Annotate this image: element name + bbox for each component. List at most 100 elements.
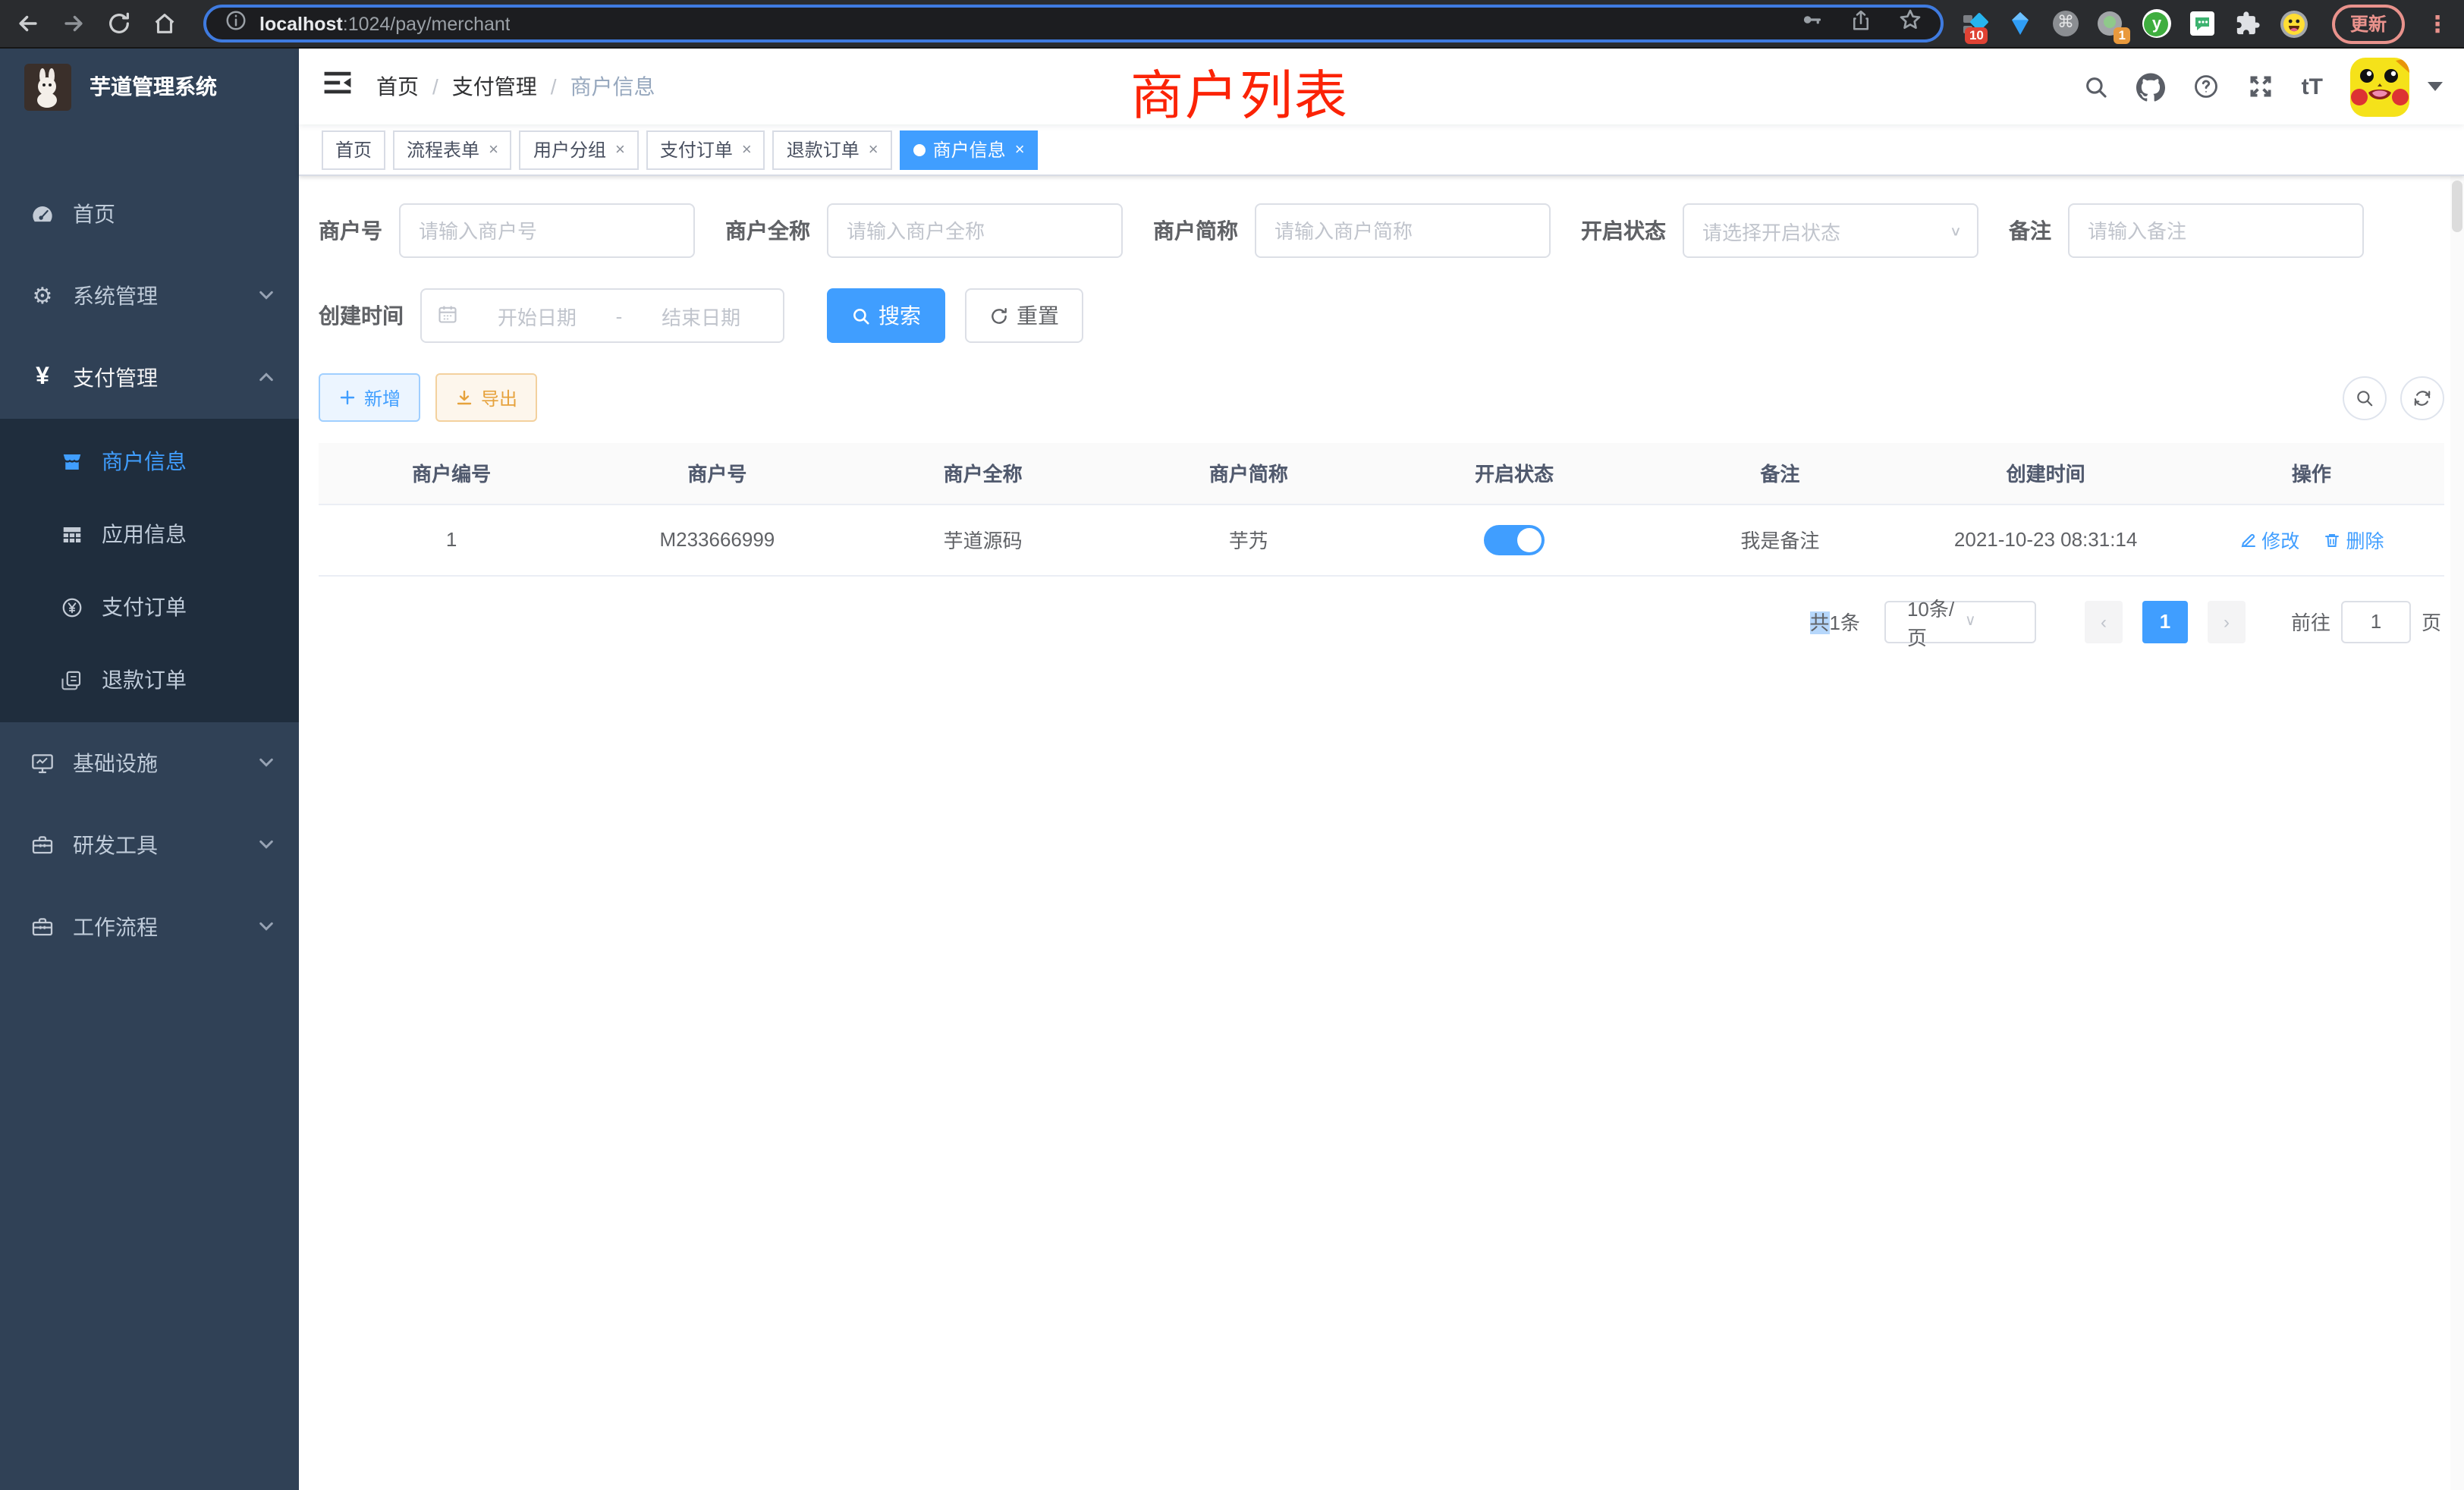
export-button[interactable]: 导出 [435, 373, 537, 422]
goto-page-input[interactable] [2341, 600, 2411, 643]
add-button[interactable]: 新增 [319, 373, 420, 422]
close-icon[interactable]: × [615, 140, 625, 159]
bookmark-star-icon[interactable] [1898, 8, 1922, 39]
share-icon[interactable] [1850, 8, 1872, 39]
tab-refund-order[interactable]: 退款订单× [773, 130, 892, 169]
logo-image [24, 63, 71, 110]
sidebar-item-workflow[interactable]: 工作流程 [0, 886, 299, 968]
col-merchant-id: 商户编号 [319, 443, 584, 504]
app-logo[interactable]: 芋道管理系统 [0, 49, 299, 124]
table-row: 1 M233666999 芋道源码 芋艿 我是备注 2021-10-23 08:… [319, 504, 2444, 575]
sidebar-item-pay-order[interactable]: 支付订单 [0, 571, 299, 643]
chevron-down-icon [258, 833, 275, 857]
cell-full-name: 芋道源码 [850, 504, 1116, 575]
sidebar-item-infrastructure[interactable]: 基础设施 [0, 722, 299, 804]
github-icon[interactable] [2136, 72, 2165, 101]
help-icon[interactable] [2192, 73, 2220, 100]
sidebar-item-refund-order[interactable]: 退款订单 [0, 643, 299, 716]
chevron-down-icon [258, 284, 275, 308]
scrollbar-thumb[interactable] [2452, 181, 2462, 232]
ext-avocado-icon[interactable]: 1 [2097, 10, 2124, 37]
tab-merchant-info[interactable]: 商户信息× [900, 130, 1039, 169]
end-date-placeholder[interactable]: 结束日期 [634, 301, 768, 330]
briefcase-icon [30, 915, 55, 939]
next-page-button[interactable]: › [2208, 600, 2246, 643]
page-scrollbar [2450, 173, 2464, 1490]
browser-menu-icon[interactable]: ⋮ [2426, 10, 2449, 37]
yen-icon: ¥ [30, 366, 55, 390]
sidebar-toggle-icon[interactable] [311, 70, 364, 103]
fullscreen-icon[interactable] [2247, 73, 2274, 100]
remark-input[interactable] [2068, 203, 2364, 258]
dashboard-icon [30, 202, 55, 226]
ext-command-icon[interactable]: ⌘ [2053, 11, 2079, 36]
ext-gem-icon[interactable] [2007, 10, 2035, 37]
status-select[interactable]: 请选择开启状态 ∨ [1683, 203, 1978, 258]
sidebar-item-devtools[interactable]: 研发工具 [0, 804, 299, 886]
url-text: localhost:1024/pay/merchant [259, 13, 511, 34]
sidebar: 芋道管理系统 首页 ⚙ 系统管理 ¥ 支付管理 [0, 49, 299, 1490]
tags-view-bar: 首页 流程表单× 用户分组× 支付订单× 退款订单× 商户信息× [299, 124, 2464, 176]
ext-emoji-icon[interactable] [2280, 10, 2308, 37]
user-avatar[interactable] [2350, 57, 2409, 116]
cell-status [1381, 504, 1647, 575]
select-chevron-down-icon: ∨ [1965, 613, 2022, 630]
page-number-1[interactable]: 1 [2142, 600, 2188, 643]
header-search-icon[interactable] [2083, 74, 2109, 99]
hide-search-button[interactable] [2343, 376, 2387, 420]
start-date-placeholder[interactable]: 开始日期 [470, 301, 604, 330]
toolbox-icon [30, 833, 55, 857]
edit-link[interactable]: 修改 [2239, 525, 2299, 554]
ext-chat-icon[interactable] [2189, 10, 2217, 37]
chevron-up-icon [258, 366, 275, 390]
close-icon[interactable]: × [489, 140, 498, 159]
avatar-caret-down-icon[interactable] [2428, 82, 2443, 91]
merchant-no-input[interactable] [399, 203, 695, 258]
breadcrumb: 首页 / 支付管理 / 商户信息 [376, 71, 655, 102]
create-time-range-picker[interactable]: 开始日期 - 结束日期 [420, 288, 784, 343]
refresh-icon [2412, 388, 2432, 407]
pagination: 共1条 10条/页∨ ‹ 1 › 前往 页 [319, 600, 2444, 643]
reload-icon[interactable] [106, 11, 132, 36]
sidebar-item-home[interactable]: 首页 [0, 173, 299, 255]
address-bar[interactable]: localhost:1024/pay/merchant [203, 5, 1944, 42]
tab-user-group[interactable]: 用户分组× [520, 130, 639, 169]
tab-home[interactable]: 首页 [322, 130, 385, 169]
extensions-puzzle-icon[interactable] [2235, 10, 2262, 37]
close-icon[interactable]: × [742, 140, 752, 159]
select-chevron-down-icon: ∨ [1950, 223, 1962, 239]
payment-submenu: 商户信息 应用信息 支付订单 退款订单 [0, 419, 299, 722]
screen: localhost:1024/pay/merchant 10 ⌘ 1 y 更新 [0, 0, 2464, 1490]
sidebar-item-merchant-info[interactable]: 商户信息 [0, 425, 299, 498]
search-icon [851, 306, 871, 325]
sidebar-item-system[interactable]: ⚙ 系统管理 [0, 255, 299, 337]
short-name-input[interactable] [1255, 203, 1551, 258]
tab-process-form[interactable]: 流程表单× [393, 130, 512, 169]
password-key-icon[interactable] [1799, 8, 1824, 39]
browser-update-button[interactable]: 更新 [2332, 4, 2405, 43]
site-info-icon[interactable] [225, 8, 247, 39]
ext-tasks-icon[interactable]: 10 [1962, 10, 1989, 37]
page-size-select[interactable]: 10条/页∨ [1884, 600, 2036, 643]
full-name-input[interactable] [827, 203, 1123, 258]
delete-link[interactable]: 删除 [2324, 525, 2384, 554]
tab-pay-order[interactable]: 支付订单× [646, 130, 765, 169]
breadcrumb-payment[interactable]: 支付管理 [452, 71, 537, 102]
short-name-label: 商户简称 [1153, 215, 1238, 246]
search-button[interactable]: 搜索 [827, 288, 945, 343]
refresh-table-button[interactable] [2400, 376, 2444, 420]
sidebar-item-app-info[interactable]: 应用信息 [0, 498, 299, 571]
reset-button[interactable]: 重置 [965, 288, 1083, 343]
close-icon[interactable]: × [869, 140, 878, 159]
refresh-icon [989, 306, 1009, 325]
home-icon[interactable] [152, 11, 178, 36]
back-icon[interactable] [15, 11, 41, 36]
prev-page-button[interactable]: ‹ [2085, 600, 2123, 643]
sidebar-item-payment[interactable]: ¥ 支付管理 [0, 337, 299, 419]
ext-yuque-icon[interactable]: y [2142, 9, 2171, 38]
font-size-icon[interactable]: tT [2302, 74, 2323, 99]
forward-icon[interactable] [61, 11, 86, 36]
close-icon[interactable]: × [1015, 140, 1025, 159]
breadcrumb-home[interactable]: 首页 [376, 71, 419, 102]
status-toggle-on[interactable] [1484, 524, 1545, 555]
